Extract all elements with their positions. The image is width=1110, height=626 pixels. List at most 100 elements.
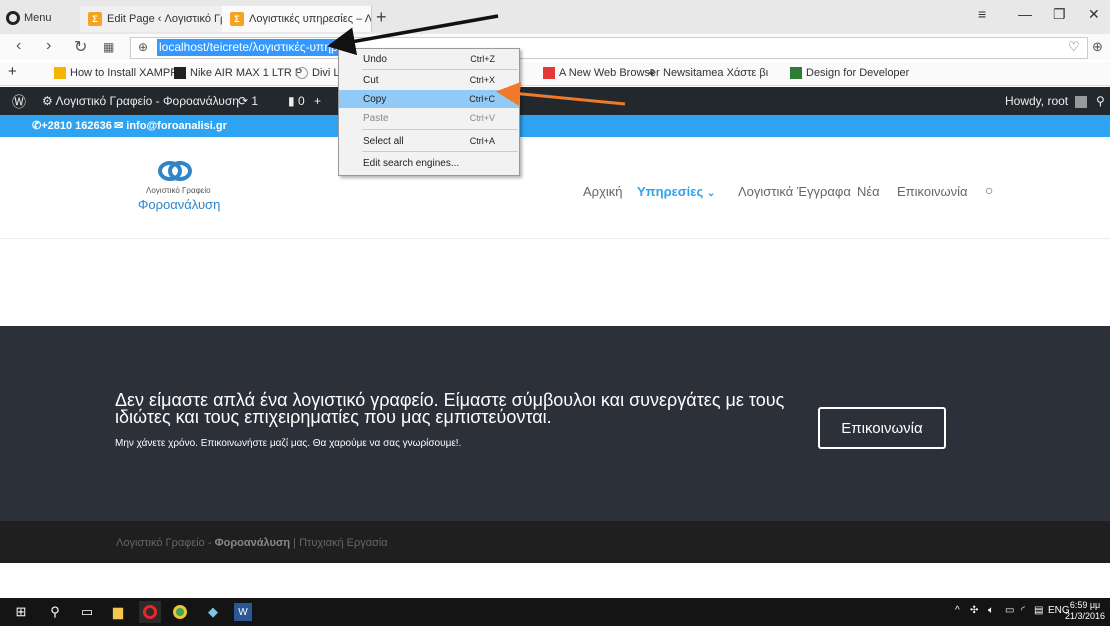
bookmark-label: A New Web Browser <box>559 67 660 79</box>
menu-item-label: Paste <box>363 112 389 124</box>
nav-documents[interactable]: Λογιστικά Έγγραφα <box>738 184 851 199</box>
bookmark-label: Newsitamea Χάστε βι <box>663 67 769 79</box>
bookmark-xampp[interactable]: How to Install XAMPP <box>54 67 178 79</box>
minimize-button[interactable]: — <box>1018 6 1032 22</box>
menu-item-edit-search-engines[interactable]: Edit search engines... <box>339 154 519 172</box>
task-view-icon[interactable]: ▭ <box>76 601 98 623</box>
bookmark-vivaldi[interactable]: A New Web Browser <box>543 67 660 79</box>
menu-item-cut[interactable]: Cut Ctrl+X <box>339 71 519 89</box>
menu-item-label: Cut <box>363 74 379 86</box>
admin-updates[interactable]: ⟳ 1 <box>238 94 258 108</box>
chrome-icon[interactable] <box>169 601 191 623</box>
speed-dial-icon[interactable]: ▦ <box>103 40 114 54</box>
opera-menu-button[interactable]: Menu <box>6 8 52 28</box>
phone-icon: ✆ <box>32 120 42 132</box>
volume-icon[interactable]: 🔈︎ <box>988 605 994 616</box>
menu-item-label: Copy <box>363 93 387 105</box>
tray-chevron-icon[interactable]: ^ <box>955 605 960 616</box>
tab-menu-icon[interactable]: ≡ <box>978 6 986 22</box>
dashboard-icon: ⚙ <box>42 94 56 108</box>
updates-icon: ⟳ <box>238 94 252 108</box>
bookmark-label: Divi L <box>312 67 340 79</box>
menu-separator <box>362 69 518 70</box>
close-window-button[interactable]: ✕ <box>1088 6 1100 23</box>
footer-suffix: | Πτυχιακή Εργασία <box>290 537 388 549</box>
comment-icon: ▮ <box>288 94 298 108</box>
tab-favicon-icon: Σ <box>88 12 102 26</box>
heart-icon[interactable]: ♡ <box>1068 39 1080 55</box>
bookmark-nike[interactable]: Nike AIR MAX 1 LTR P <box>174 67 302 79</box>
tab-label: Edit Page ‹ Λογιστικό Γραφ <box>107 13 224 25</box>
logo-line-1: Λογιστικό Γραφείο <box>146 186 211 195</box>
download-icon[interactable]: ⊕ <box>1092 39 1103 55</box>
wordpress-logo-icon[interactable]: Ⓦ <box>12 92 26 112</box>
url-text-selected[interactable]: localhost/teicrete/λογιστικές-υπηρεσ <box>157 39 353 56</box>
menu-item-undo[interactable]: Undo Ctrl+Z <box>339 50 519 68</box>
browser-tab-services[interactable]: Σ Λογιστικές υπηρεσίες – Λο ✕ <box>222 6 372 32</box>
word-icon[interactable]: W <box>234 603 252 621</box>
divi-icon <box>296 67 308 79</box>
chevron-down-icon: ⌄ <box>706 188 716 199</box>
admin-site-name[interactable]: ⚙ Λογιστικό Γραφείο - Φοροανάλυση <box>42 94 239 108</box>
email-address[interactable]: ✉ info@foroanalisi.gr <box>114 119 227 132</box>
cta-heading: Δεν είμαστε απλά ένα λογιστικό γραφείο. … <box>115 390 785 427</box>
menu-item-shortcut: Ctrl+Z <box>470 54 495 64</box>
admin-new-icon[interactable]: + <box>314 94 321 108</box>
menu-label: Menu <box>24 12 52 24</box>
nav-home[interactable]: Αρχική <box>583 184 623 199</box>
maximize-button[interactable]: ❐ <box>1053 6 1066 23</box>
bookmark-divi[interactable]: Divi L <box>296 67 340 79</box>
bookmark-label: Nike AIR MAX 1 LTR P <box>190 67 303 79</box>
tab-favicon-icon: Σ <box>230 12 244 26</box>
howdy-label: Howdy, root <box>1005 94 1069 108</box>
menu-item-label: Select all <box>363 135 404 147</box>
taskbar-clock[interactable]: 6:59 μμ 21/3/2016 <box>1065 600 1105 622</box>
menu-item-copy[interactable]: Copy Ctrl+C <box>339 90 519 108</box>
footer-credits: Λογιστικό Γραφείο - Φοροανάλυση | Πτυχια… <box>116 537 388 549</box>
nav-services-label: Υπηρεσίες <box>637 184 704 199</box>
menu-item-paste[interactable]: Paste Ctrl+V <box>339 109 519 127</box>
opera-taskbar-icon[interactable] <box>139 601 161 623</box>
file-explorer-icon[interactable]: ▆ <box>107 601 129 623</box>
reload-icon[interactable]: ↻ <box>74 37 87 57</box>
menu-item-select-all[interactable]: Select all Ctrl+A <box>339 132 519 150</box>
menu-item-shortcut: Ctrl+C <box>469 94 495 104</box>
opera-logo-icon <box>6 11 20 25</box>
bookmark-label: Design for Developer <box>806 67 910 79</box>
browser-tab-edit-page[interactable]: Σ Edit Page ‹ Λογιστικό Γραφ ✕ <box>80 6 225 32</box>
add-bookmark-icon[interactable]: + <box>8 63 17 80</box>
taskbar-search-icon[interactable]: ⚲ <box>44 601 66 623</box>
updates-count: 1 <box>251 94 259 108</box>
search-icon[interactable]: ○ <box>985 182 993 198</box>
windows-start-icon[interactable]: ⊞ <box>10 601 32 623</box>
nav-news[interactable]: Νέα <box>857 184 880 199</box>
new-tab-button[interactable]: + <box>376 7 387 28</box>
nike-icon <box>174 67 186 79</box>
logo-icon[interactable] <box>158 160 192 182</box>
tray-app-icon[interactable]: ✣ <box>970 605 978 616</box>
wifi-icon[interactable]: ◜ <box>1021 605 1025 616</box>
cta-subtext: Μην χάνετε χρόνο. Επικοινωνήστε μαζί μας… <box>115 438 462 449</box>
comments-count: 0 <box>297 94 305 108</box>
photos-icon[interactable]: ◆ <box>202 601 224 623</box>
admin-comments[interactable]: ▮ 0 <box>288 94 305 108</box>
admin-howdy[interactable]: Howdy, root <box>1005 94 1088 108</box>
clock-date: 21/3/2016 <box>1065 611 1106 621</box>
vivaldi-icon <box>543 67 555 79</box>
back-icon[interactable]: ‹ <box>16 37 21 55</box>
nav-services[interactable]: Υπηρεσίες ⌄ <box>637 184 715 199</box>
menu-item-shortcut: Ctrl+X <box>469 75 495 85</box>
forward-icon[interactable]: › <box>46 37 51 55</box>
tab-label: Λογιστικές υπηρεσίες – Λο <box>249 13 372 25</box>
notifications-icon[interactable]: ▤ <box>1034 605 1043 616</box>
admin-search-icon[interactable]: ⚲ <box>1096 94 1105 108</box>
menu-item-shortcut: Ctrl+V <box>469 113 495 123</box>
xampp-icon <box>54 67 66 79</box>
nav-contact[interactable]: Επικοινωνία <box>897 184 968 199</box>
avatar <box>1075 95 1088 108</box>
globe-icon: ⊕ <box>138 40 149 54</box>
bookmark-design-for-developer[interactable]: Design for Developer <box>790 67 909 79</box>
bookmark-newsitamea[interactable]: ⚘ Newsitamea Χάστε βι <box>647 67 769 80</box>
cta-contact-button[interactable]: Επικοινωνία <box>818 407 946 449</box>
battery-icon[interactable]: ▭ <box>1005 605 1014 616</box>
